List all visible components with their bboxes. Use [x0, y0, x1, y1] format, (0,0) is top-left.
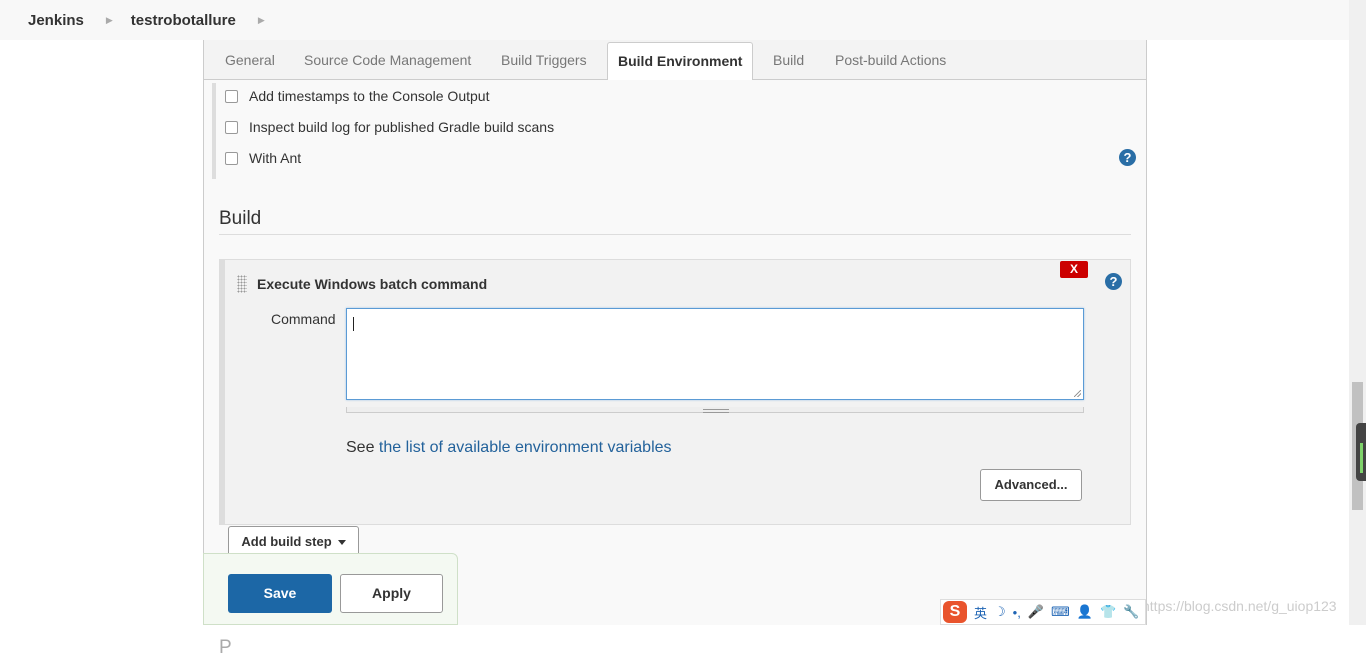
add-build-step-label: Add build step: [241, 534, 332, 549]
lang-toggle[interactable]: 英: [974, 603, 987, 622]
side-widget[interactable]: [1356, 423, 1366, 481]
microphone-icon[interactable]: 🎤: [1028, 604, 1044, 620]
moon-icon[interactable]: ☽: [994, 604, 1006, 620]
tab-general[interactable]: General: [225, 42, 275, 78]
with-ant-checkbox[interactable]: [225, 151, 238, 165]
with-ant-label: With Ant: [249, 150, 302, 166]
step-title: Execute Windows batch command: [257, 276, 488, 292]
tab-build-triggers[interactable]: Build Triggers: [501, 42, 587, 78]
drag-handle-icon[interactable]: [237, 275, 247, 293]
tab-build-environment[interactable]: Build Environment: [607, 42, 754, 80]
ime-toolbar: S 英 ☽ •, 🎤 ⌨ 👤 👕 🔧: [940, 599, 1146, 625]
sogou-logo-icon[interactable]: S: [943, 601, 967, 623]
breadcrumb-job-link[interactable]: testrobotallure: [131, 12, 236, 29]
user-icon[interactable]: 👤: [1077, 604, 1093, 620]
env-variables-hint: See the list of available environment va…: [346, 439, 672, 457]
breadcrumb: Jenkins ▶ testrobotallure ▶: [0, 0, 1349, 40]
level-bar-icon: [1360, 443, 1363, 473]
grip-icon: [703, 409, 729, 413]
option-timestamps[interactable]: Add timestamps to the Console Output: [225, 88, 489, 104]
gradle-scans-label: Inspect build log for published Gradle b…: [249, 119, 555, 135]
command-textarea[interactable]: [346, 308, 1084, 400]
section-divider: [219, 234, 1131, 235]
env-hint-prefix: See: [346, 439, 379, 456]
text-caret: [353, 317, 354, 331]
advanced-button[interactable]: Advanced...: [980, 469, 1082, 501]
breadcrumb-jenkins-link[interactable]: Jenkins: [28, 12, 84, 29]
command-label: Command: [271, 311, 336, 327]
gradle-scans-checkbox[interactable]: [225, 120, 238, 134]
help-icon[interactable]: ?: [1119, 149, 1136, 166]
apply-button[interactable]: Apply: [340, 574, 443, 613]
config-tabs: General Source Code Management Build Tri…: [204, 40, 1146, 80]
punctuation-icon[interactable]: •,: [1013, 605, 1021, 620]
chevron-right-icon[interactable]: ▶: [106, 15, 113, 26]
delete-step-button[interactable]: X: [1060, 261, 1088, 278]
keyboard-icon[interactable]: ⌨: [1051, 604, 1070, 620]
option-with-ant[interactable]: With Ant: [225, 150, 301, 166]
build-section-title: Build: [219, 208, 262, 229]
post-build-section-title-partial: P: [219, 637, 232, 658]
timestamps-label: Add timestamps to the Console Output: [249, 88, 490, 104]
skin-icon[interactable]: 👕: [1100, 604, 1116, 620]
tab-post-build-actions[interactable]: Post-build Actions: [835, 42, 946, 78]
chevron-right-icon[interactable]: ▶: [258, 15, 265, 26]
help-icon[interactable]: ?: [1105, 273, 1122, 290]
step-indicator-bar: [220, 260, 225, 524]
caret-down-icon: [337, 540, 346, 546]
tab-build[interactable]: Build: [773, 42, 804, 78]
textarea-expand-bar[interactable]: [346, 407, 1084, 413]
env-variables-link[interactable]: the list of available environment variab…: [379, 439, 672, 456]
page-scrollbar[interactable]: [1349, 0, 1366, 625]
config-panel: General Source Code Management Build Tri…: [203, 40, 1147, 658]
wrench-icon[interactable]: 🔧: [1123, 604, 1139, 620]
option-gradle-scans[interactable]: Inspect build log for published Gradle b…: [225, 119, 554, 135]
timestamps-checkbox[interactable]: [225, 89, 238, 103]
build-step-windows-batch: Execute Windows batch command X ? Comman…: [219, 259, 1131, 525]
watermark-text: https://blog.csdn.net/g_uiop123: [1142, 598, 1337, 614]
save-bar: Save Apply: [203, 553, 458, 625]
resize-handle-icon[interactable]: [1074, 390, 1081, 397]
save-button[interactable]: Save: [228, 574, 332, 613]
tab-source-code-management[interactable]: Source Code Management: [304, 42, 471, 78]
section-indicator-bar: [212, 83, 216, 179]
